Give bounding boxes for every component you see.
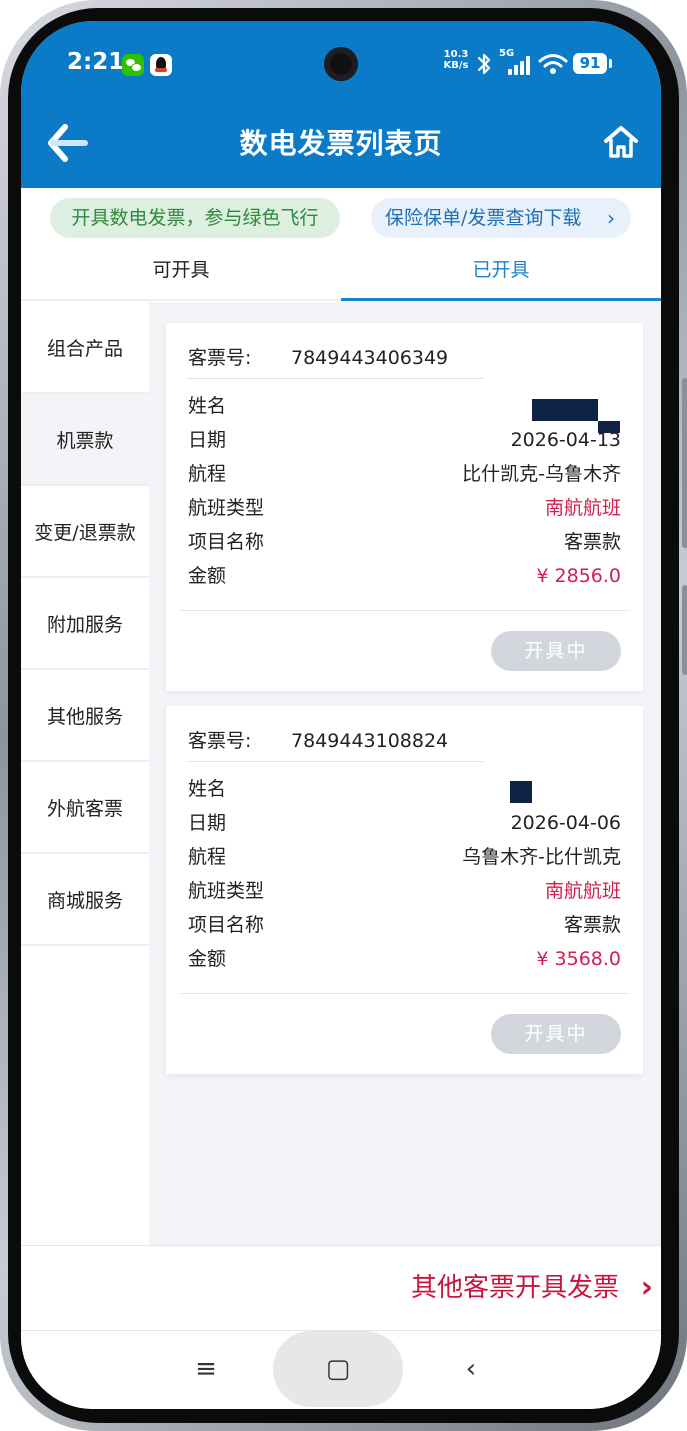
route-label: 航程 — [188, 463, 227, 485]
net-speed-unit: KB/s — [443, 60, 469, 71]
item-name: 客票款 — [563, 531, 621, 553]
chevron-right-icon: › — [607, 206, 615, 230]
card-divider — [179, 993, 630, 994]
flight-type-label: 航班类型 — [188, 497, 265, 519]
date-label: 日期 — [188, 812, 227, 834]
amount-label: 金额 — [188, 565, 227, 587]
flight-route: 乌鲁木齐-比什凯克 — [462, 846, 621, 868]
volume-button — [682, 378, 687, 548]
sidebar-item-ticket-fare[interactable]: 机票款 — [21, 394, 149, 486]
green-flight-banner[interactable]: 开具数电发票，参与绿色飞行 — [50, 198, 340, 238]
route-label: 航程 — [188, 846, 227, 868]
sidebar-item-mall[interactable]: 商城服务 — [21, 854, 149, 946]
date-label: 日期 — [188, 429, 227, 451]
ticket-number-row: 客票号: 7849443108824 — [188, 726, 448, 753]
phone-frame: 2:21 10.3 KB/s 5G 91 数电发票列表页 开具数电发票，参与绿色… — [0, 0, 687, 1431]
signal-icon — [508, 55, 532, 75]
other-tickets-invoice-link[interactable]: 其他客票开具发票 › — [411, 1268, 653, 1308]
route-row: 航程 乌鲁木齐-比什凯克 — [188, 842, 621, 872]
issuing-status-button[interactable]: 开具中 — [491, 631, 621, 671]
status-time: 2:21 — [67, 49, 125, 75]
flight-type-row: 航班类型 南航航班 — [188, 493, 621, 523]
front-camera — [324, 47, 358, 81]
amount-label: 金额 — [188, 948, 227, 970]
wechat-icon — [122, 54, 144, 76]
name-row: 姓名 — [188, 774, 621, 804]
bluetooth-icon — [476, 52, 492, 81]
net-speed-value: 10.3 — [443, 49, 469, 60]
name-label: 姓名 — [188, 778, 227, 800]
flight-type-label: 航班类型 — [188, 880, 265, 902]
invoice-card: 客票号: 7849443108824 姓名 日期 2026-04-06 航程 乌鲁… — [166, 706, 643, 1074]
ticket-number-row: 客票号: 7849443406349 — [188, 343, 448, 370]
amount-row: 金额 ¥ 2856.0 — [188, 561, 621, 591]
insurance-query-link[interactable]: 保险保单/发票查询下载 › — [371, 198, 631, 238]
other-tickets-invoice-label: 其他客票开具发票 — [410, 1273, 619, 1303]
insurance-query-label: 保险保单/发票查询下载 — [385, 207, 582, 229]
amount-row: 金额 ¥ 3568.0 — [188, 944, 621, 974]
amount-value: ¥ 2856.0 — [536, 565, 621, 587]
name-label: 姓名 — [188, 395, 227, 417]
net-speed: 10.3 KB/s — [442, 49, 470, 71]
wifi-icon — [538, 52, 568, 76]
item-name: 客票款 — [563, 914, 621, 936]
category-sidebar: 组合产品 机票款 变更/退票款 附加服务 其他服务 外航客票 商城服务 — [21, 302, 149, 1246]
chevron-right-icon: › — [640, 1270, 653, 1305]
date-row: 日期 2026-04-06 — [188, 808, 621, 838]
item-row: 项目名称 客票款 — [188, 527, 621, 557]
ticket-number: 7849443406349 — [291, 347, 449, 369]
sidebar-item-other-services[interactable]: 其他服务 — [21, 670, 149, 762]
tab-active-indicator — [341, 298, 661, 301]
footer-divider — [21, 1245, 661, 1246]
issuing-status-button[interactable]: 开具中 — [491, 1014, 621, 1054]
sidebar-item-change-refund[interactable]: 变更/退票款 — [21, 486, 149, 578]
battery-indicator: 91 — [573, 53, 612, 74]
back-nav-icon[interactable]: ‹ — [451, 1349, 491, 1389]
flight-date: 2026-04-13 — [510, 429, 621, 451]
flight-type: 南航航班 — [544, 880, 621, 902]
route-row: 航程 比什凯克-乌鲁木齐 — [188, 459, 621, 489]
tab-available[interactable]: 可开具 — [21, 251, 341, 299]
ticket-number: 7849443108824 — [291, 730, 449, 752]
flight-date: 2026-04-06 — [510, 812, 621, 834]
ticket-number-underline — [187, 761, 484, 762]
sidebar-item-foreign-airline[interactable]: 外航客票 — [21, 762, 149, 854]
screen: 2:21 10.3 KB/s 5G 91 数电发票列表页 开具数电发票，参与绿色… — [21, 21, 661, 1409]
redacted-name — [532, 399, 598, 421]
flight-route: 比什凯克-乌鲁木齐 — [462, 463, 621, 485]
qq-icon — [150, 54, 172, 76]
ticket-number-underline — [187, 378, 484, 379]
app-header: 2:21 10.3 KB/s 5G 91 数电发票列表页 — [21, 21, 661, 188]
card-divider — [179, 610, 630, 611]
item-label: 项目名称 — [188, 531, 265, 553]
redacted-name — [510, 781, 532, 803]
item-row: 项目名称 客票款 — [188, 910, 621, 940]
flight-type: 南航航班 — [544, 497, 621, 519]
flight-type-row: 航班类型 南航航班 — [188, 876, 621, 906]
ticket-number-label: 客票号: — [188, 730, 252, 752]
sidebar-item-bundle[interactable]: 组合产品 — [21, 302, 149, 394]
item-label: 项目名称 — [188, 914, 265, 936]
back-arrow-icon — [48, 124, 88, 162]
home-button[interactable] — [603, 124, 639, 160]
amount-value: ¥ 3568.0 — [536, 948, 621, 970]
invoice-card: 客票号: 7849443406349 姓名 日期 2026-04-13 航程 比什… — [166, 323, 643, 691]
back-button[interactable] — [45, 121, 89, 165]
tab-issued[interactable]: 已开具 — [341, 251, 661, 299]
power-button — [682, 585, 687, 675]
page-title: 数电发票列表页 — [239, 127, 443, 160]
menu-icon[interactable]: ≡ — [186, 1349, 226, 1389]
home-nav-icon[interactable]: ▢ — [318, 1349, 358, 1389]
date-row: 日期 2026-04-13 — [188, 425, 621, 455]
ticket-number-label: 客票号: — [188, 347, 252, 369]
sidebar-item-ancillary[interactable]: 附加服务 — [21, 578, 149, 670]
home-icon — [604, 126, 638, 158]
